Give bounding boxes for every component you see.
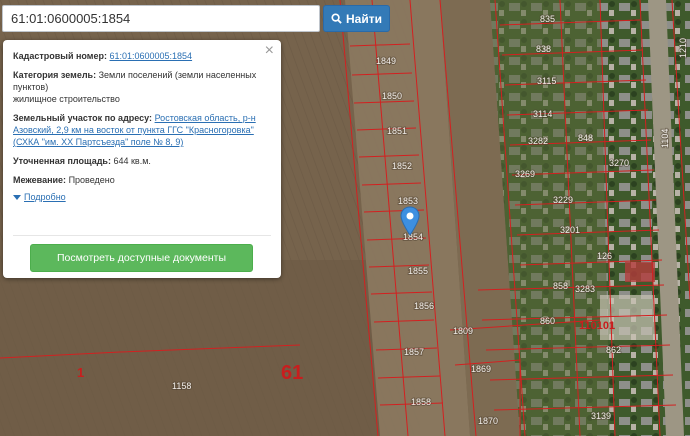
plot-label: 1869 xyxy=(471,364,491,374)
survey-value: Проведено xyxy=(68,175,115,185)
plot-label: 858 xyxy=(553,281,568,291)
cadastral-row: Кадастровый номер: 61:01:0600005:1854 xyxy=(13,50,271,62)
caret-down-icon xyxy=(13,194,21,200)
plot-label: 1856 xyxy=(414,301,434,311)
survey-row: Межевание: Проведено xyxy=(13,174,271,186)
search-button-label: Найти xyxy=(346,11,382,26)
plot-label: 3283 xyxy=(575,284,595,294)
plot-label: 3282 xyxy=(528,136,548,146)
category-label: Категория земель: xyxy=(13,70,97,80)
plot-label: 1870 xyxy=(478,416,498,426)
region-label: 61 xyxy=(281,362,303,384)
plot-label: 860 xyxy=(540,316,555,326)
plot-label: 835 xyxy=(540,14,555,24)
plot-label: 3114 xyxy=(533,109,552,119)
view-documents-button[interactable]: Посмотреть доступные документы xyxy=(30,244,253,272)
divider xyxy=(13,235,271,236)
address-row: Земельный участок по адресу: Ростовская … xyxy=(13,112,271,148)
details-link[interactable]: Подробно xyxy=(24,191,66,203)
plot-label: 848 xyxy=(578,133,593,143)
plot-label: 126 xyxy=(597,251,612,261)
plot-label: 3270 xyxy=(609,158,629,168)
quarter-label: 110101 xyxy=(579,320,615,332)
plot-label: 1809 xyxy=(453,326,473,336)
plot-label: 1852 xyxy=(392,161,412,171)
district-label: 1 xyxy=(77,365,84,380)
cadastral-label: Кадастровый номер: xyxy=(13,51,107,61)
road-label: 1210 xyxy=(678,38,688,58)
close-icon[interactable]: × xyxy=(265,43,274,59)
area-label: Уточненная площадь: xyxy=(13,156,111,166)
category-use: жилищное строительство xyxy=(13,94,120,104)
road-label: 1104 xyxy=(660,129,670,148)
plot-label: 1857 xyxy=(404,347,424,357)
search-button[interactable]: Найти xyxy=(323,5,390,32)
search-input[interactable] xyxy=(2,5,320,32)
plot-label: 3139 xyxy=(591,411,611,421)
cadastral-number-link[interactable]: 61:01:0600005:1854 xyxy=(109,51,192,61)
address-label: Земельный участок по адресу: xyxy=(13,113,153,123)
plot-label: 1855 xyxy=(408,266,428,276)
plot-label: 862 xyxy=(606,345,621,355)
plot-label: 1850 xyxy=(382,91,402,101)
area-row: Уточненная площадь: 644 кв.м. xyxy=(13,155,271,167)
plot-label: 1158 xyxy=(172,381,191,391)
plot-label: 1853 xyxy=(398,196,418,206)
survey-label: Межевание: xyxy=(13,175,67,185)
category-row: Категория земель: Земли поселений (земли… xyxy=(13,69,271,105)
details-toggle[interactable]: Подробно xyxy=(13,191,271,203)
plot-label: 3115 xyxy=(537,76,556,86)
area-value: 644 кв.м. xyxy=(113,156,151,166)
search-bar: Найти xyxy=(2,5,390,32)
plot-label: 1851 xyxy=(387,126,407,136)
parcel-info-popup: × Кадастровый номер: 61:01:0600005:1854 … xyxy=(3,40,281,278)
plot-label: 838 xyxy=(536,44,551,54)
search-icon xyxy=(331,13,342,24)
plot-label: 1858 xyxy=(411,397,431,407)
plot-label: 3269 xyxy=(515,169,535,179)
plot-label: 3229 xyxy=(553,195,573,205)
plot-label: 1849 xyxy=(376,56,396,66)
plot-label: 3201 xyxy=(560,225,580,235)
map-marker-icon[interactable] xyxy=(400,206,420,236)
